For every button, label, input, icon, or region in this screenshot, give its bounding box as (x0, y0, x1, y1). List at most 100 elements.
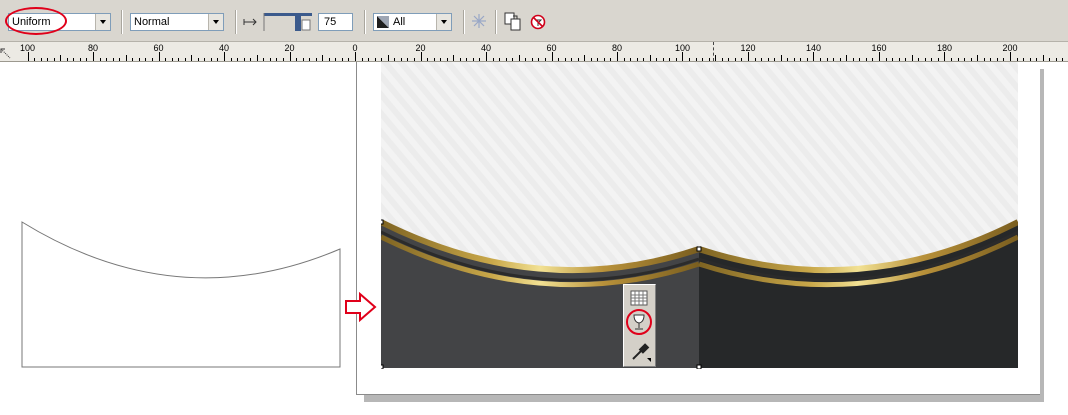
ruler-tick (244, 58, 245, 61)
merge-mode-dropdown[interactable]: Normal (130, 13, 224, 31)
ruler-tick (689, 58, 690, 61)
ruler-tick (427, 58, 428, 61)
ruler-tick (997, 58, 998, 61)
ruler-tick (506, 58, 507, 61)
ruler-tick (237, 58, 238, 61)
ruler-tick (257, 55, 258, 61)
ruler-tick (381, 58, 382, 61)
ruler-tick (728, 58, 729, 61)
ruler-tick (479, 58, 480, 61)
ruler-tick (676, 58, 677, 61)
clear-transparency-icon[interactable] (530, 14, 546, 30)
ruler-tick (558, 58, 559, 61)
ruler-tick (368, 58, 369, 61)
ruler-tick (525, 58, 526, 61)
transparency-type-dropdown[interactable]: Uniform (8, 13, 111, 31)
grid-icon[interactable] (630, 290, 648, 306)
ruler-tick (964, 58, 965, 61)
transparency-value-field[interactable]: 75 (318, 13, 353, 31)
ruler-tick (1017, 58, 1018, 61)
ruler-tick (67, 58, 68, 61)
transparency-flyout (623, 284, 656, 367)
ruler-tick (853, 58, 854, 61)
toolbar-separator (235, 10, 237, 34)
ruler-tick (460, 58, 461, 61)
ruler-tick (741, 58, 742, 61)
freeze-transparency-icon[interactable] (471, 13, 487, 29)
ruler-tick (532, 58, 533, 61)
ruler-tick (466, 58, 467, 61)
ruler-tick (872, 58, 873, 61)
ruler-tick (276, 58, 277, 61)
ruler-tick (584, 55, 585, 61)
ruler-tick (637, 58, 638, 61)
toolbar-separator (495, 10, 497, 34)
ruler-tick (715, 55, 716, 61)
transparency-slider[interactable] (262, 11, 314, 33)
design-artwork[interactable] (381, 62, 1018, 369)
ruler-cursor-marker (713, 42, 714, 61)
ruler-tick (152, 58, 153, 61)
ruler-tick (958, 58, 959, 61)
toolbar-separator (364, 10, 366, 34)
ruler-tick (669, 58, 670, 61)
ruler-tick (813, 52, 814, 61)
chevron-down-icon[interactable] (436, 14, 451, 30)
chevron-down-icon[interactable] (95, 14, 110, 30)
ruler-tick (322, 55, 323, 61)
ruler-tick (100, 58, 101, 61)
ruler-tick (421, 52, 422, 61)
ruler-tick (217, 58, 218, 61)
ruler-tick (178, 58, 179, 61)
transparency-target-value: All (393, 16, 406, 28)
transparency-target-dropdown[interactable]: All (373, 13, 452, 31)
ruler-tick (866, 58, 867, 61)
ruler-tick (113, 58, 114, 61)
ruler-tick (538, 58, 539, 61)
ruler-tick (316, 58, 317, 61)
ruler-tick (774, 58, 775, 61)
ruler-tick (735, 58, 736, 61)
property-bar: Uniform Normal 75 All (0, 0, 1068, 42)
ruler-tick (925, 58, 926, 61)
ruler-tick (971, 58, 972, 61)
ruler-tick (755, 58, 756, 61)
ruler-origin-icon[interactable] (0, 48, 12, 60)
ruler-tick (1023, 58, 1024, 61)
ruler-tick (388, 55, 389, 61)
ruler-tick (453, 55, 454, 61)
horizontal-ruler[interactable]: 100 80 60 40 20 0 20 40 60 80 100 120 140 160 180 200 (0, 42, 1068, 62)
ruler-tick (296, 58, 297, 61)
eyedropper-icon[interactable] (630, 341, 652, 363)
ruler-tick (290, 52, 291, 61)
ruler-tick (106, 58, 107, 61)
ruler-tick (977, 55, 978, 61)
ruler-tick (610, 58, 611, 61)
ruler-tick (617, 52, 618, 61)
ruler-tick (552, 52, 553, 61)
ruler-tick (597, 58, 598, 61)
copy-transparency-icon[interactable] (504, 12, 522, 32)
ruler-tick (185, 58, 186, 61)
chevron-down-icon[interactable] (208, 14, 223, 30)
ruler-tick (47, 58, 48, 61)
ruler-tick (224, 52, 225, 61)
ruler-tick (944, 52, 945, 61)
ruler-tick (761, 58, 762, 61)
merge-mode-value: Normal (134, 16, 170, 28)
ruler-tick (407, 58, 408, 61)
curved-panel-shape[interactable] (18, 218, 346, 370)
ruler-tick (270, 58, 271, 61)
ruler-tick (787, 58, 788, 61)
ruler-tick (748, 52, 749, 61)
ruler-tick (342, 58, 343, 61)
ruler-tick (656, 58, 657, 61)
ruler-tick (892, 58, 893, 61)
ruler-tick (918, 58, 919, 61)
ruler-tick (827, 58, 828, 61)
ruler-tick (335, 58, 336, 61)
ruler-tick (938, 58, 939, 61)
ruler-tick (172, 58, 173, 61)
ruler-tick (781, 55, 782, 61)
ruler-tick (663, 58, 664, 61)
